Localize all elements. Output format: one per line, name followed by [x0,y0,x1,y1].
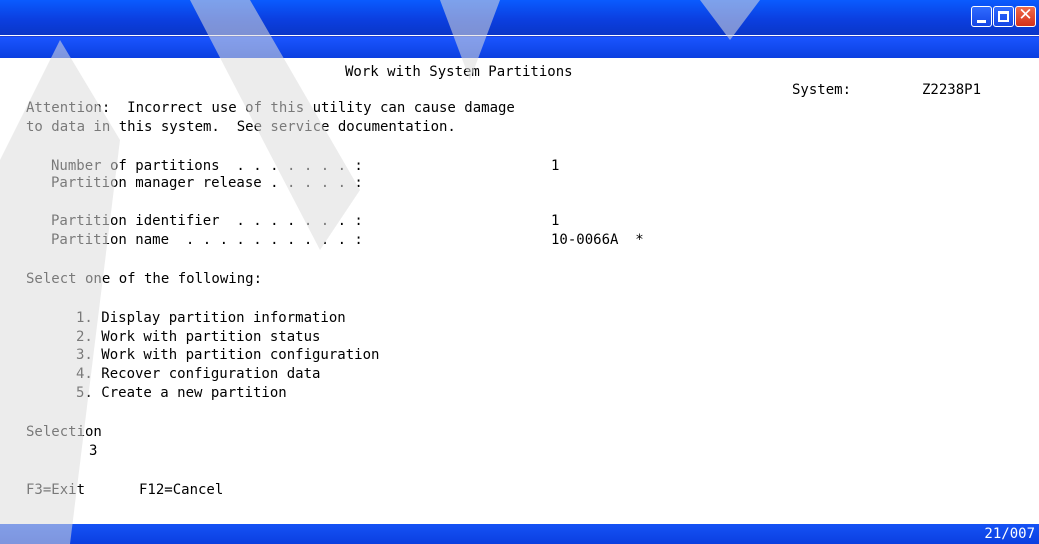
maximize-button[interactable] [993,6,1014,27]
system-name: Z2238P1 [922,82,982,98]
field-value-partition-name: 10-0066A * [551,232,644,248]
field-label-partition-identifier: Partition identifier . . . . . . . : [51,213,363,229]
f12-cancel-key[interactable]: F12=Cancel [139,482,223,498]
emulator-window: ✕ Work with System Partitions System: Z2… [0,0,1039,544]
system-label: System: [792,82,852,98]
terminal-screen: Work with System Partitions System: Z223… [0,58,1039,524]
attention-line-1: Attention: Incorrect use of this utility… [26,100,515,116]
status-bar: 21/007 [0,524,1039,544]
minimize-button[interactable] [971,6,992,27]
minimize-icon [977,20,986,23]
menu-option-3[interactable]: 3. Work with partition configuration [76,347,379,363]
menu-bar [0,37,1039,58]
selection-label: Selection [26,424,102,440]
menu-option-2[interactable]: 2. Work with partition status [76,329,320,345]
field-label-partition-name: Partition name . . . . . . . . . . : [51,232,363,248]
close-button[interactable]: ✕ [1015,5,1036,27]
menu-option-1[interactable]: 1. Display partition information [76,310,346,326]
menu-option-5[interactable]: 5. Create a new partition [76,385,287,401]
field-value-number-of-partitions: 1 [551,158,560,174]
close-icon: ✕ [1018,5,1033,25]
selection-input[interactable]: 3 [89,443,97,459]
page-title: Work with System Partitions [345,64,573,80]
cursor-position: 21/007 [984,526,1035,542]
f3-exit-key[interactable]: F3=Exit [26,482,85,498]
attention-line-2: to data in this system. See service docu… [26,119,456,135]
maximize-icon [998,11,1009,22]
title-bar: ✕ [0,0,1039,35]
select-prompt: Select one of the following: [26,271,263,287]
field-value-partition-identifier: 1 [551,213,560,229]
field-label-partition-manager-release: Partition manager release . . . . . : [51,175,363,191]
field-label-number-of-partitions: Number of partitions . . . . . . . : [51,158,363,174]
menu-option-4[interactable]: 4. Recover configuration data [76,366,320,382]
